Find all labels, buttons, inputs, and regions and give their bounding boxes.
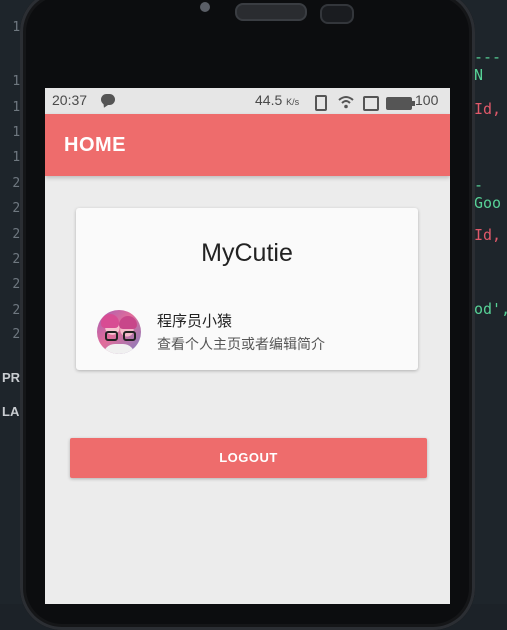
page-title: HOME <box>64 134 126 156</box>
user-profile-link[interactable]: 查看个人主页或者编辑简介 <box>157 334 325 354</box>
wifi-icon <box>338 96 354 109</box>
earpiece-speaker <box>235 3 307 21</box>
code-fragment: -Goo <box>474 176 502 212</box>
battery-level: 100 <box>415 92 439 108</box>
profile-card[interactable]: MyCutie 程序员小猿 查看个人主页或者编辑简介 <box>76 208 418 370</box>
avatar-hair <box>119 316 137 329</box>
logout-button[interactable]: LOGOUT <box>70 438 427 478</box>
front-camera <box>320 4 354 24</box>
network-speed-unit: K/s <box>286 97 300 107</box>
card-title: MyCutie <box>201 239 293 267</box>
status-bar: 20:37 44.5 K/s 100 <box>45 88 450 114</box>
avatar-hair <box>101 314 119 328</box>
code-fragment: Id, <box>474 100 502 118</box>
code-fragment: ---N <box>474 48 502 84</box>
status-time: 20:37 <box>52 92 88 108</box>
phone-screen: 20:37 44.5 K/s 100 HOME MyCutie 程序员小猿 查看… <box>45 88 450 604</box>
avatar-glasses <box>123 331 136 341</box>
vibrate-icon <box>315 95 327 111</box>
code-fragment: Id, <box>474 226 502 244</box>
chat-notification-icon <box>101 94 115 105</box>
avatar[interactable] <box>97 310 141 354</box>
sim-icon <box>363 96 379 111</box>
app-bar: HOME <box>45 114 450 176</box>
front-sensor <box>200 2 210 12</box>
network-speed: 44.5 K/s <box>255 92 299 108</box>
code-fragment: od', <box>474 300 507 318</box>
battery-icon <box>386 97 415 110</box>
user-name[interactable]: 程序员小猿 <box>157 310 232 331</box>
network-speed-value: 44.5 <box>255 92 283 108</box>
avatar-body <box>103 344 135 354</box>
avatar-glasses <box>105 331 118 341</box>
